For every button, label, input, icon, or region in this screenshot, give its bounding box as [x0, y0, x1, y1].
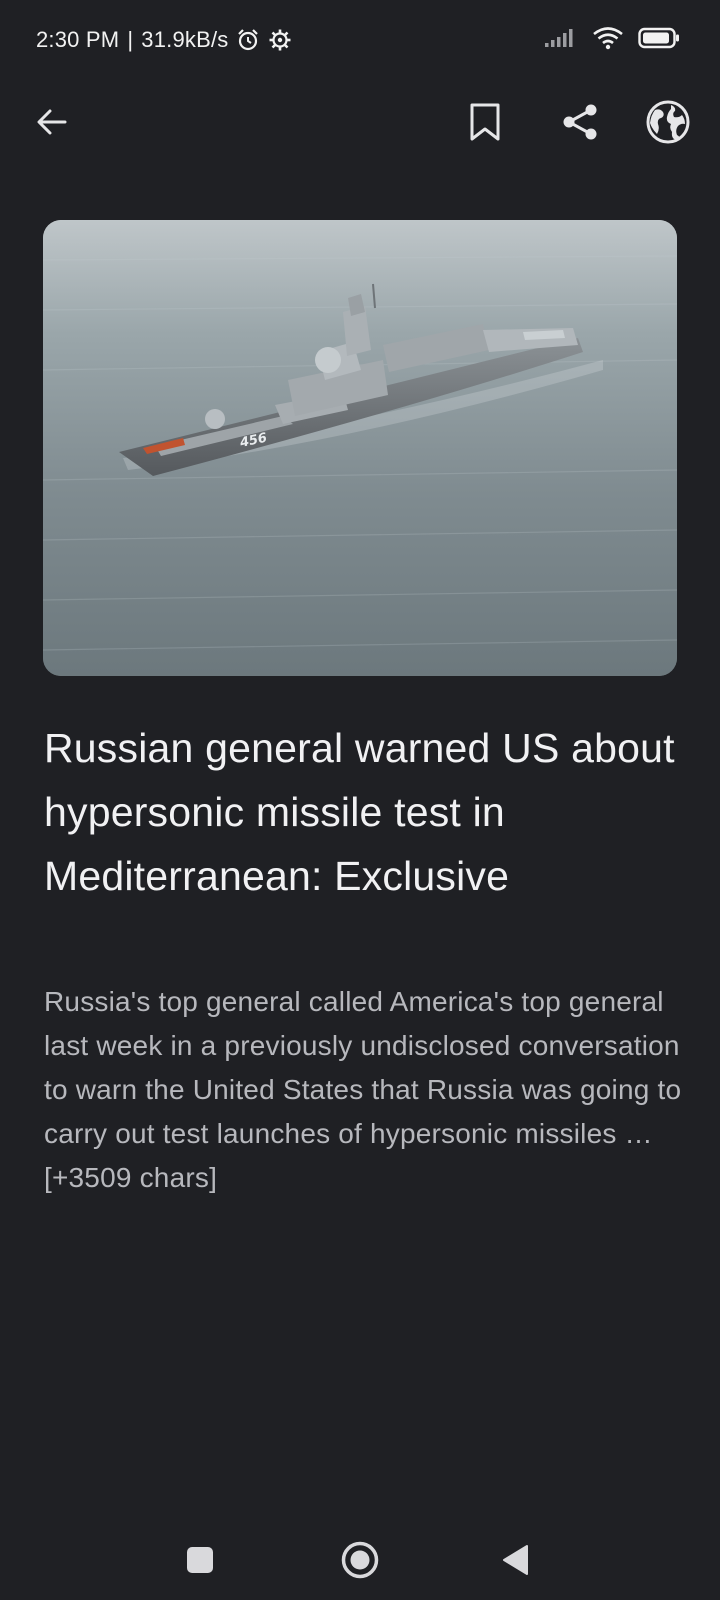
home-button[interactable]	[332, 1532, 388, 1588]
signal-icon	[544, 28, 578, 48]
share-icon	[560, 102, 600, 142]
system-nav-bar	[0, 1520, 720, 1600]
article-description: Russia's top general called America's to…	[44, 986, 682, 1193]
alarm-icon	[236, 28, 260, 52]
article-toolbar	[0, 82, 720, 162]
bookmark-button[interactable]	[459, 96, 511, 148]
status-time: 2:30 PM	[36, 27, 120, 52]
back-triangle-icon	[501, 1544, 531, 1576]
recents-button[interactable]	[172, 1532, 228, 1588]
wifi-icon	[592, 26, 624, 50]
bookmark-icon	[468, 102, 502, 142]
recents-square-icon	[186, 1546, 214, 1574]
settings-gear-icon	[268, 28, 292, 52]
back-button[interactable]	[26, 96, 78, 148]
status-left: 2:30 PM | 31.9kB/s	[36, 27, 292, 53]
article-image: 456	[43, 220, 677, 676]
back-nav-button[interactable]	[488, 1532, 544, 1588]
status-right	[544, 26, 680, 50]
share-button[interactable]	[554, 96, 606, 148]
back-arrow-icon	[35, 105, 69, 139]
status-net-speed: 31.9kB/s	[141, 27, 229, 52]
open-in-browser-button[interactable]	[642, 96, 694, 148]
home-circle-icon	[340, 1540, 380, 1580]
article-title: Russian general warned US about hyperson…	[44, 725, 675, 899]
battery-icon	[638, 27, 680, 49]
status-separator: |	[127, 27, 134, 52]
status-bar: 2:30 PM | 31.9kB/s	[0, 0, 720, 82]
globe-icon	[645, 99, 691, 145]
